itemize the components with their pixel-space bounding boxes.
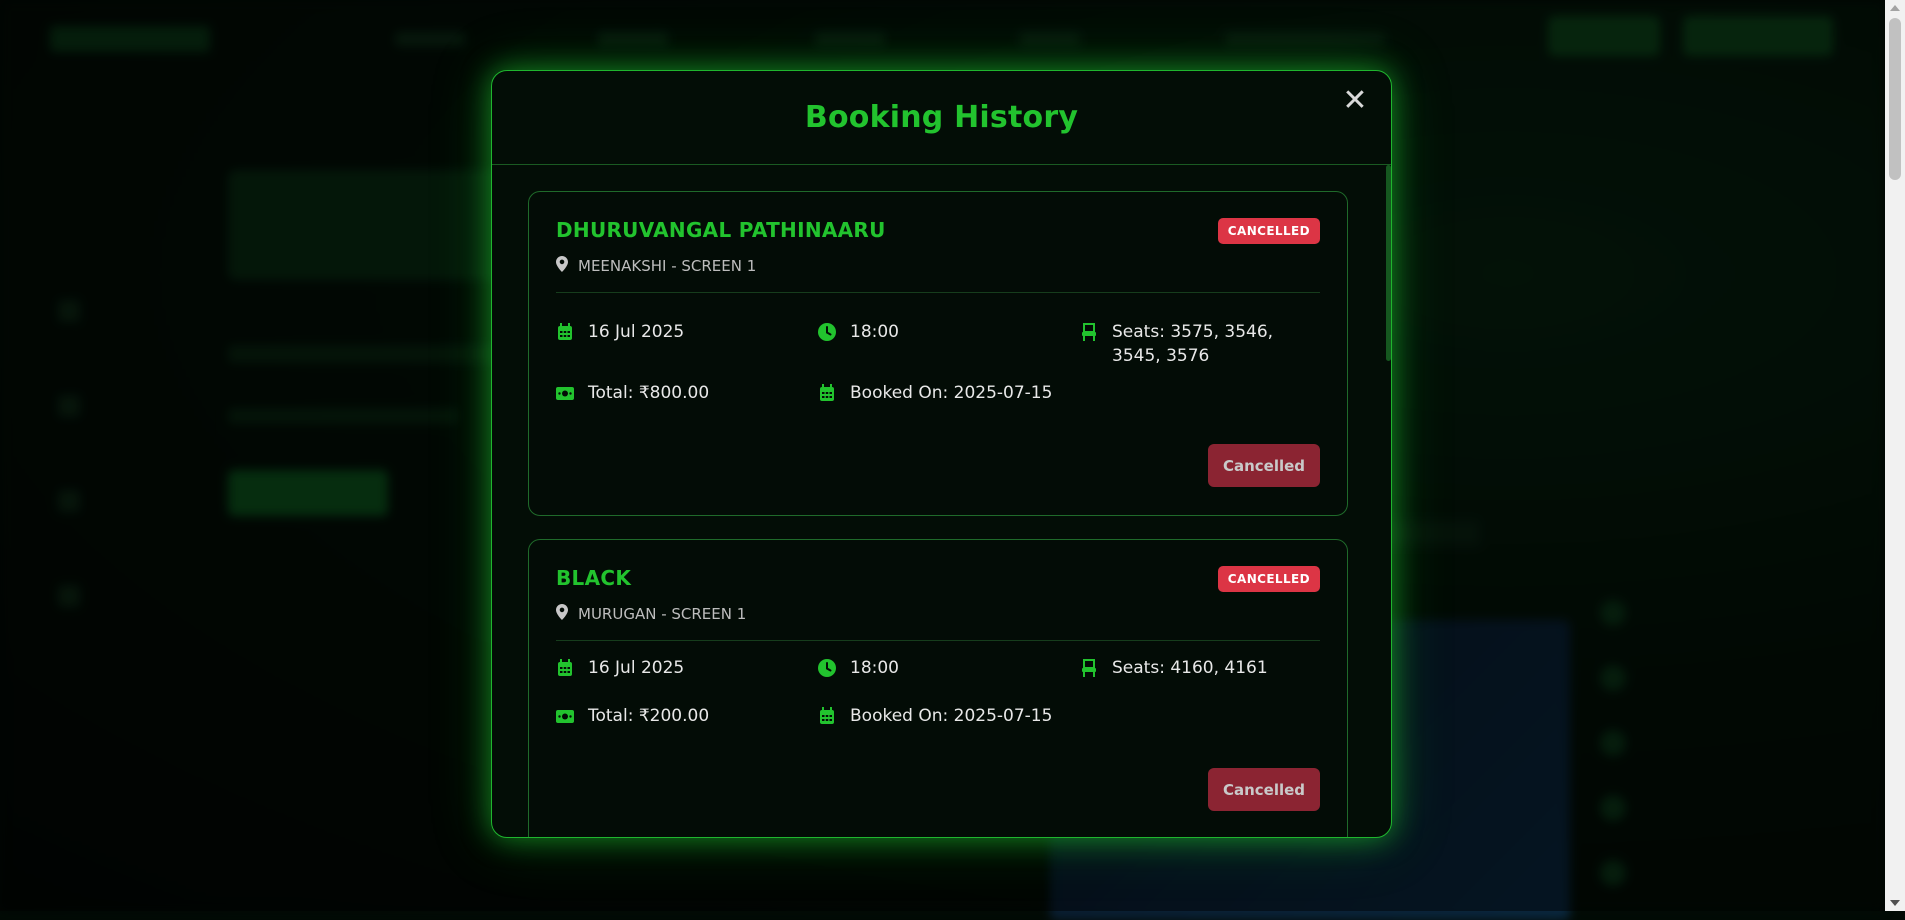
show-date: 16 Jul 2025 bbox=[556, 320, 684, 344]
page-scrollbar[interactable] bbox=[1885, 0, 1905, 911]
movie-title: DHURUVANGAL PATHINAARU bbox=[556, 218, 886, 242]
clock-icon bbox=[818, 320, 836, 344]
cancelled-button[interactable]: Cancelled bbox=[1208, 768, 1320, 811]
money-icon bbox=[556, 704, 574, 728]
venue: MURUGAN - SCREEN 1 bbox=[556, 604, 746, 624]
seats-value: Seats: 3575, 3546, 3545, 3576 bbox=[1112, 322, 1274, 366]
total-amount: Total: ₹800.00 bbox=[556, 381, 709, 405]
modal-scrollbar-thumb[interactable] bbox=[1386, 165, 1391, 361]
total-value: Total: ₹800.00 bbox=[588, 383, 710, 403]
scrollbar-thumb[interactable] bbox=[1889, 18, 1901, 180]
scroll-up-arrow-icon[interactable] bbox=[1890, 5, 1900, 11]
status-badge: CANCELLED bbox=[1217, 566, 1320, 592]
card-divider bbox=[556, 292, 1320, 293]
cancelled-button[interactable]: Cancelled bbox=[1208, 444, 1320, 487]
show-date-value: 16 Jul 2025 bbox=[588, 322, 685, 342]
venue-label: MURUGAN - SCREEN 1 bbox=[578, 605, 747, 623]
booking-history-modal: Booking History ✕ DHURUVANGAL PATHINAARU… bbox=[491, 70, 1392, 838]
movie-title: BLACK bbox=[556, 566, 632, 590]
modal-body[interactable]: DHURUVANGAL PATHINAARU CANCELLED MEENAKS… bbox=[492, 165, 1391, 837]
booked-on-value: Booked On: 2025-07-15 bbox=[850, 706, 1053, 726]
map-pin-icon bbox=[556, 604, 568, 624]
show-time-value: 18:00 bbox=[850, 658, 899, 678]
modal-header: Booking History ✕ bbox=[492, 71, 1391, 165]
total-amount: Total: ₹200.00 bbox=[556, 704, 709, 728]
booking-card: DHURUVANGAL PATHINAARU CANCELLED MEENAKS… bbox=[528, 191, 1348, 516]
map-pin-icon bbox=[556, 256, 568, 276]
scroll-down-arrow-icon[interactable] bbox=[1890, 900, 1900, 906]
calendar-icon bbox=[818, 381, 836, 405]
total-value: Total: ₹200.00 bbox=[588, 706, 710, 726]
calendar-icon bbox=[556, 320, 574, 344]
close-icon: ✕ bbox=[1342, 83, 1368, 118]
calendar-icon bbox=[818, 704, 836, 728]
clock-icon bbox=[818, 656, 836, 680]
show-date-value: 16 Jul 2025 bbox=[588, 658, 685, 678]
show-time: 18:00 bbox=[818, 656, 899, 680]
seat-icon bbox=[1080, 656, 1098, 680]
modal-title: Booking History bbox=[804, 100, 1079, 135]
seats-value: Seats: 4160, 4161 bbox=[1112, 658, 1268, 678]
card-divider bbox=[556, 640, 1320, 641]
money-icon bbox=[556, 381, 574, 405]
status-badge: CANCELLED bbox=[1217, 218, 1320, 244]
show-date: 16 Jul 2025 bbox=[556, 656, 684, 680]
show-time-value: 18:00 bbox=[850, 322, 899, 342]
calendar-icon bbox=[556, 656, 574, 680]
seats: Seats: 4160, 4161 bbox=[1080, 656, 1320, 680]
seat-icon bbox=[1080, 320, 1098, 344]
booking-card: BLACK CANCELLED MURUGAN - SCREEN 1 16 Ju… bbox=[528, 539, 1348, 837]
close-button[interactable]: ✕ bbox=[1339, 85, 1371, 117]
booked-on-value: Booked On: 2025-07-15 bbox=[850, 383, 1053, 403]
show-time: 18:00 bbox=[818, 320, 899, 344]
venue: MEENAKSHI - SCREEN 1 bbox=[556, 256, 756, 276]
booked-on: Booked On: 2025-07-15 bbox=[818, 704, 1052, 728]
booked-on: Booked On: 2025-07-15 bbox=[818, 381, 1052, 405]
venue-label: MEENAKSHI - SCREEN 1 bbox=[578, 257, 757, 275]
seats: Seats: 3575, 3546, 3545, 3576 bbox=[1080, 320, 1320, 368]
